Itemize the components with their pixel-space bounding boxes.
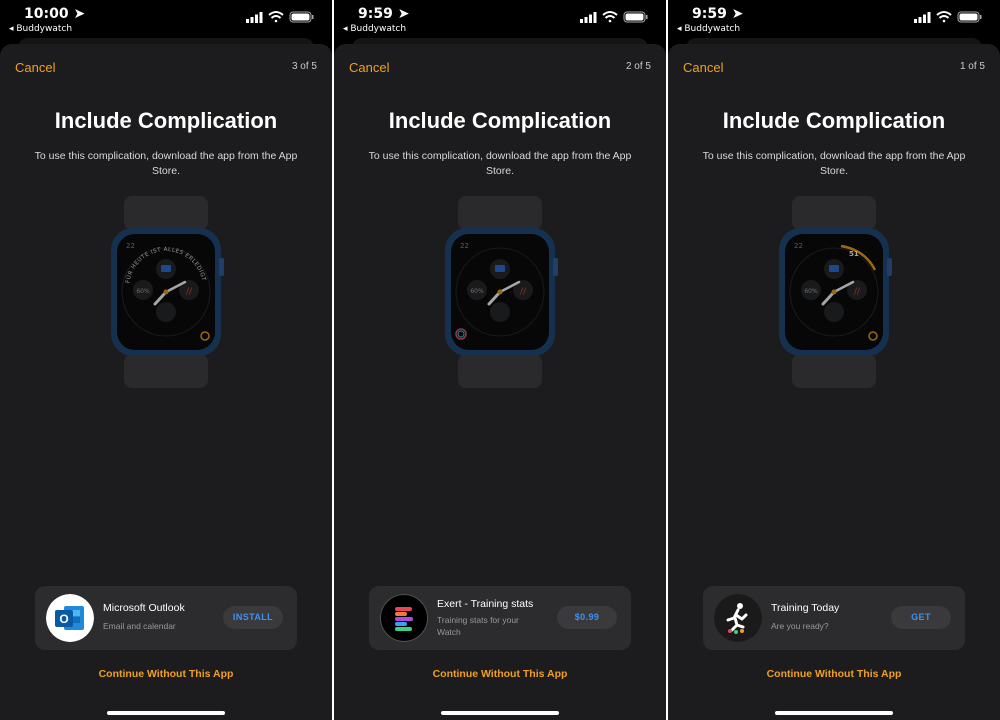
app-subtitle: Email and calendar xyxy=(103,621,176,631)
cancel-button[interactable]: Cancel xyxy=(349,60,389,75)
screen-1: 10:00 ➤ ◂ Buddywatch Cancel 3 of 5 Inclu… xyxy=(0,0,332,720)
modal-sheet: Cancel 1 of 5 Include Complication To us… xyxy=(668,44,1000,720)
page-title: Include Complication xyxy=(722,108,946,133)
page-title: Include Complication xyxy=(388,108,612,133)
screen-3: 9:59 ➤ ◂ Buddywatch Cancel 1 of 5 Includ… xyxy=(668,0,1000,720)
install-button[interactable]: INSTALL xyxy=(223,606,283,629)
app-name: Microsoft Outlook xyxy=(103,602,185,614)
watch-band-bottom xyxy=(792,354,876,388)
watch-preview: 22 60% // xyxy=(445,196,558,388)
wifi-icon xyxy=(268,11,284,23)
page-description: To use this complication, download the a… xyxy=(368,150,632,177)
battery-icon xyxy=(289,11,314,23)
battery-icon xyxy=(957,11,982,23)
app-subtitle: Training stats for your Watch xyxy=(437,615,519,637)
screen-2: 9:59 ➤ ◂ Buddywatch Cancel 2 of 5 Includ… xyxy=(334,0,666,720)
outlook-icon: O xyxy=(46,594,94,642)
status-bar: 10:00 ➤ ◂ Buddywatch xyxy=(0,0,332,40)
runner-icon xyxy=(714,594,762,642)
watch-preview: 22 51 60% // xyxy=(779,196,892,388)
status-bar: 9:59 ➤ ◂ Buddywatch xyxy=(668,0,1000,40)
exert-icon xyxy=(380,594,428,642)
modal-sheet: Cancel 2 of 5 Include Complication To us… xyxy=(334,44,666,720)
watch-band-top xyxy=(124,196,208,230)
page-description: To use this complication, download the a… xyxy=(702,150,966,177)
page-description: To use this complication, download the a… xyxy=(34,150,298,177)
step-indicator: 1 of 5 xyxy=(959,61,985,72)
status-time: 9:59 ➤ xyxy=(692,6,744,22)
status-time: 9:59 ➤ xyxy=(358,6,410,22)
signal-icon xyxy=(246,12,263,23)
battery-icon xyxy=(623,11,648,23)
watch-band-top xyxy=(458,196,542,230)
home-indicator[interactable] xyxy=(775,711,893,715)
get-button[interactable]: GET xyxy=(891,606,951,629)
back-to-app-link[interactable]: ◂ Buddywatch xyxy=(677,24,740,34)
home-indicator[interactable] xyxy=(107,711,225,715)
status-bar: 9:59 ➤ ◂ Buddywatch xyxy=(334,0,666,40)
wifi-icon xyxy=(936,11,952,23)
wifi-icon xyxy=(602,11,618,23)
cancel-button[interactable]: Cancel xyxy=(15,60,55,75)
home-indicator[interactable] xyxy=(441,711,559,715)
app-subtitle: Are you ready? xyxy=(771,621,829,631)
digital-crown xyxy=(553,258,558,276)
app-name: Exert - Training stats xyxy=(437,598,534,610)
svg-text:O: O xyxy=(59,612,68,626)
status-icons xyxy=(246,11,314,23)
status-icons xyxy=(914,11,982,23)
step-indicator: 2 of 5 xyxy=(625,61,651,72)
status-icons xyxy=(580,11,648,23)
app-card: O Microsoft Outlook Email and calendar I… xyxy=(35,586,297,650)
signal-icon xyxy=(914,12,931,23)
watch-preview: 22 60% // FÜR HEUTE IST ALLES ERLEDIGT xyxy=(111,196,224,388)
back-to-app-link[interactable]: ◂ Buddywatch xyxy=(343,24,406,34)
cancel-button[interactable]: Cancel xyxy=(683,60,723,75)
signal-icon xyxy=(580,12,597,23)
app-name: Training Today xyxy=(771,602,840,614)
page-title: Include Complication xyxy=(54,108,278,133)
continue-without-app-button[interactable]: Continue Without This App xyxy=(668,668,1000,680)
step-indicator: 3 of 5 xyxy=(291,61,317,72)
modal-sheet: Cancel 3 of 5 Include Complication To us… xyxy=(0,44,332,720)
watch-band-bottom xyxy=(124,354,208,388)
digital-crown xyxy=(219,258,224,276)
app-card: Exert - Training stats Training stats fo… xyxy=(369,586,631,650)
back-to-app-link[interactable]: ◂ Buddywatch xyxy=(9,24,72,34)
watch-band-top xyxy=(792,196,876,230)
digital-crown xyxy=(887,258,892,276)
watch-band-bottom xyxy=(458,354,542,388)
buy-price-button[interactable]: $0.99 xyxy=(557,606,617,629)
app-card: Training Today Are you ready? GET xyxy=(703,586,965,650)
continue-without-app-button[interactable]: Continue Without This App xyxy=(0,668,332,680)
status-time: 10:00 ➤ xyxy=(24,6,86,22)
continue-without-app-button[interactable]: Continue Without This App xyxy=(334,668,666,680)
